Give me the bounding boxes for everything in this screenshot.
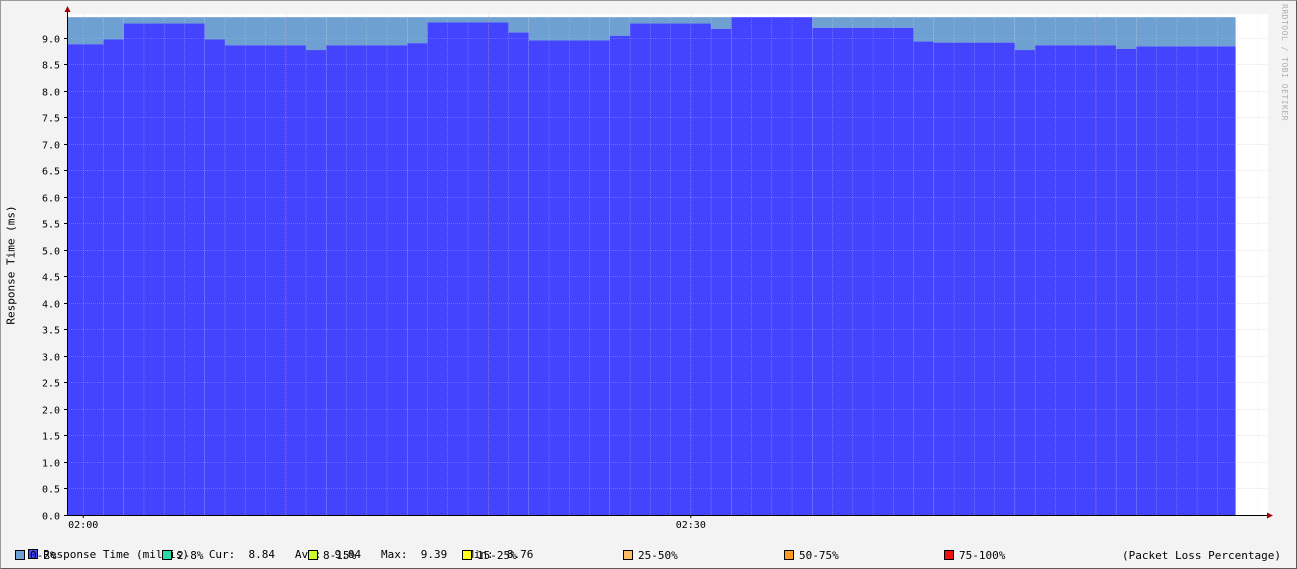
- legend-loss-label: 8-15%: [323, 549, 357, 562]
- response-bar-2: [123, 23, 205, 516]
- response-bar-10: [528, 40, 610, 516]
- y-tick-label: 0.5: [42, 485, 60, 496]
- legend-loss-swatch: [462, 550, 472, 560]
- loss-band-6: [326, 17, 408, 46]
- loss-band-21: [1136, 17, 1236, 47]
- response-bar-9: [508, 32, 529, 516]
- response-bar-15: [812, 27, 914, 516]
- legend-loss-label: 75-100%: [959, 549, 1006, 562]
- response-bar-7: [407, 43, 428, 516]
- y-tick-label: 5.0: [42, 247, 60, 258]
- y-axis-arrow: [64, 6, 71, 12]
- response-bar-20: [1116, 48, 1137, 515]
- legend-loss-swatch: [784, 550, 794, 560]
- legend-loss-item: 75-100%: [944, 549, 1005, 562]
- legend-loss-label: 2-8%: [177, 549, 204, 562]
- y-axis-label: Response Time (ms): [4, 205, 18, 325]
- y-tick-label: 4.5: [42, 273, 60, 284]
- y-tick-label: 6.0: [42, 194, 60, 205]
- x-axis-arrow: [1267, 512, 1273, 519]
- loss-band-11: [609, 17, 631, 36]
- legend-loss-item: 2-8%: [162, 549, 204, 562]
- loss-band-7: [407, 17, 428, 44]
- packet-loss-note: (Packet Loss Percentage): [1122, 549, 1281, 562]
- loss-band-19: [1035, 17, 1117, 46]
- y-tick-label: 2.5: [42, 379, 60, 390]
- y-tick-label: 4.0: [42, 300, 60, 311]
- legend-loss-swatch: [623, 550, 633, 560]
- y-tick-label: 1.5: [42, 432, 60, 443]
- response-bar-12: [630, 23, 712, 516]
- response-bar-3: [204, 39, 225, 515]
- y-tick-label: 9.0: [42, 35, 60, 46]
- y-tick-label: 7.0: [42, 141, 60, 152]
- legend-loss-label: 25-50%: [638, 549, 678, 562]
- loss-band-0: [67, 17, 104, 45]
- response-bar-21: [1136, 46, 1236, 515]
- legend-response-time: Response Time (millis) Cur: 8.84 Avg: 9.…: [15, 535, 533, 561]
- loss-band-5: [305, 17, 327, 51]
- legend-stats-text: Response Time (millis) Cur: 8.84 Avg: 9.…: [43, 548, 534, 561]
- y-tick-label: 7.5: [42, 114, 60, 125]
- rrdtool-watermark: RRDTOOL / TOBI OETIKER: [1280, 4, 1289, 121]
- legend-loss-item: 15-25%: [462, 549, 517, 562]
- y-tick-label: 2.0: [42, 406, 60, 417]
- y-tick-label: 3.0: [42, 353, 60, 364]
- response-bar-13: [711, 28, 732, 515]
- loss-band-15: [812, 17, 914, 28]
- y-tick-label: 8.0: [42, 88, 60, 99]
- y-tick-label: 5.5: [42, 220, 60, 231]
- legend-loss-item: 50-75%: [784, 549, 839, 562]
- legend-loss-item: 8-15%: [308, 549, 356, 562]
- legend-loss-item: 25-50%: [623, 549, 678, 562]
- y-tick-label: 8.5: [42, 61, 60, 72]
- x-tick-label: 02:30: [676, 520, 706, 531]
- x-tick-label: 02:00: [68, 520, 98, 531]
- legend-loss-label: 50-75%: [799, 549, 839, 562]
- loss-band-20: [1116, 17, 1137, 49]
- response-bar-16: [913, 41, 934, 516]
- response-bar-11: [609, 35, 631, 515]
- legend-loss-swatch: [308, 550, 318, 560]
- loss-band-9: [508, 17, 529, 33]
- loss-band-18: [1014, 17, 1036, 51]
- loss-band-3: [204, 17, 225, 40]
- response-bar-18: [1014, 50, 1036, 516]
- legend-loss-item: 0-2%: [15, 549, 57, 562]
- loss-band-8: [427, 17, 509, 23]
- response-bar-5: [305, 50, 327, 516]
- loss-band-16: [913, 17, 934, 42]
- loss-band-13: [711, 17, 732, 29]
- response-bar-1: [103, 39, 124, 515]
- loss-band-1: [103, 17, 124, 40]
- y-tick-label: 3.5: [42, 326, 60, 337]
- chart-canvas: 0.0 0.5 1.0 1.5 2.0 2.5 3.0 3.5 4.0 4.5 5.0 5.5 6.0 6…: [42, 6, 1273, 531]
- y-tick-label: 1.0: [42, 459, 60, 470]
- response-bar-0: [67, 44, 104, 515]
- legend-loss-swatch: [15, 550, 25, 560]
- y-tick-label: 6.5: [42, 167, 60, 178]
- y-tick-label: 0.0: [42, 512, 60, 523]
- legend-loss-swatch: [162, 550, 172, 560]
- legend-loss-swatch: [944, 550, 954, 560]
- loss-band-4: [224, 17, 306, 46]
- legend-loss-label: 15-25%: [477, 549, 517, 562]
- legend-loss-label: 0-2%: [30, 549, 57, 562]
